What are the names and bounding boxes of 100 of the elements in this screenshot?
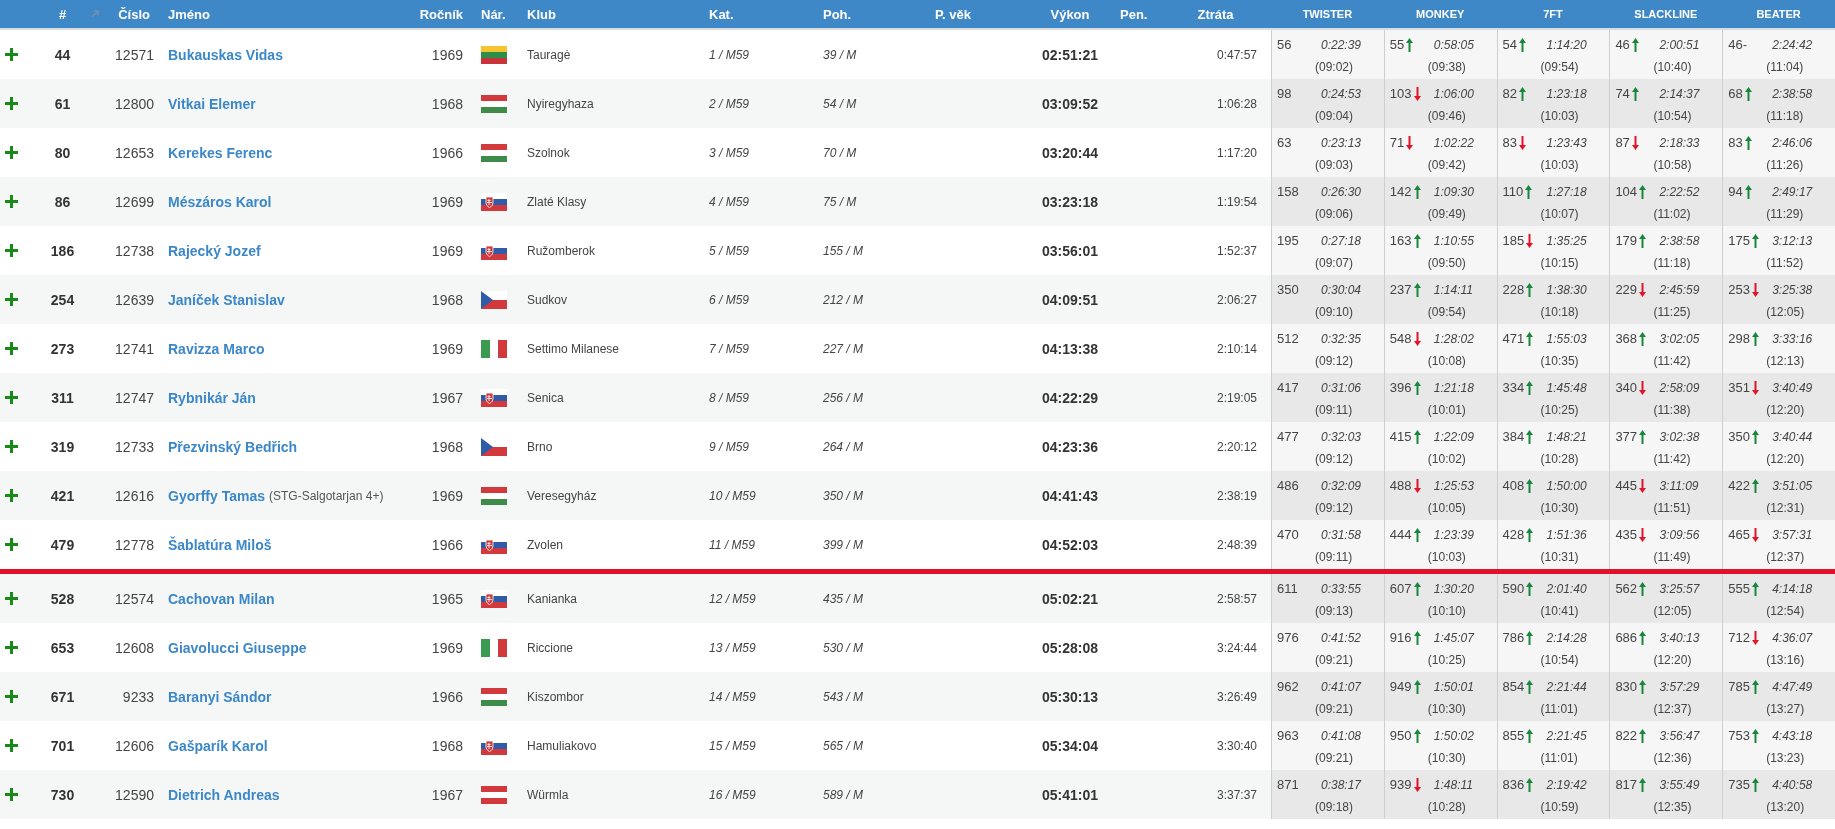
column-header[interactable]: #: [58, 6, 67, 22]
plus-icon[interactable]: [5, 391, 18, 404]
athlete-name-link[interactable]: Rybnikár Ján: [168, 389, 256, 406]
athlete-name-link[interactable]: Rajecký Jozef: [168, 242, 261, 259]
gender-rank: 565 / M: [823, 738, 864, 753]
split-rank: 185: [1502, 233, 1525, 248]
plus-icon[interactable]: [5, 538, 18, 551]
column-header[interactable]: Pen.: [1120, 6, 1148, 22]
split-time: 3:57:31: [1772, 527, 1813, 542]
athlete-name-link[interactable]: Ravizza Marco: [168, 340, 265, 357]
split-clock: (10:30): [1427, 751, 1466, 765]
plus-icon[interactable]: [5, 244, 18, 257]
column-header[interactable]: Ztráta: [1197, 6, 1234, 22]
split-time: 1:28:02: [1433, 331, 1474, 346]
plus-icon[interactable]: [5, 739, 18, 752]
split-clock: (09:38): [1427, 60, 1466, 74]
athlete-name-link[interactable]: Cachovan Milan: [168, 590, 275, 607]
plus-icon[interactable]: [5, 342, 18, 355]
column-header[interactable]: P. věk: [935, 6, 971, 22]
split-rank: 142: [1389, 184, 1412, 199]
column-header[interactable]: Klub: [527, 6, 556, 22]
column-header[interactable]: Kat.: [709, 6, 734, 22]
column-header[interactable]: SLACKLINE: [1634, 8, 1698, 20]
split-rank: 350: [1728, 429, 1750, 444]
split-clock: (12:05): [1653, 604, 1692, 618]
split-time: 2:49:17: [1772, 184, 1813, 199]
plus-icon[interactable]: [5, 293, 18, 306]
split-rank: 962: [1277, 679, 1299, 694]
split-clock: (12:37): [1766, 550, 1805, 564]
place-number: 671: [50, 688, 75, 705]
plus-icon[interactable]: [5, 788, 18, 801]
athlete-name-link[interactable]: Mészáros Karol: [168, 193, 272, 210]
split-clock: (12:35): [1653, 800, 1692, 814]
split-clock: (09:04): [1315, 109, 1354, 123]
split-time: 4:47:49: [1772, 679, 1813, 694]
athlete-name-link[interactable]: Šablatúra Miloš: [168, 536, 272, 553]
split-clock: (10:01): [1427, 403, 1466, 417]
split-time: 0:22:39: [1321, 37, 1362, 52]
column-header[interactable]: Výkon: [1050, 6, 1090, 22]
birth-year: 1969: [431, 193, 463, 210]
split-clock: (09:21): [1315, 751, 1354, 765]
athlete-name-link[interactable]: Dietrich Andreas: [168, 786, 280, 803]
column-header[interactable]: Poh.: [823, 6, 852, 22]
plus-icon[interactable]: [5, 641, 18, 654]
split-time: 1:14:20: [1546, 37, 1587, 52]
plus-icon[interactable]: [5, 592, 18, 605]
bib-number: 12571: [115, 46, 154, 63]
column-header[interactable]: MONKEY: [1416, 8, 1465, 20]
athlete-name-link[interactable]: Janíček Stanislav: [168, 291, 285, 308]
birth-year: 1969: [431, 340, 463, 357]
split-time: 3:40:13: [1659, 630, 1700, 645]
split-time: 3:51:05: [1772, 478, 1813, 493]
athlete-name-link[interactable]: Přezvinský Bedřich: [168, 438, 298, 455]
column-header[interactable]: BEATER: [1756, 8, 1801, 20]
plus-icon[interactable]: [5, 195, 18, 208]
column-header[interactable]: Ročník: [419, 6, 463, 22]
split-clock: (09:50): [1427, 256, 1466, 270]
split-time: 4:43:18: [1772, 728, 1813, 743]
split-clock: (12:31): [1766, 501, 1805, 515]
birth-year: 1969: [431, 639, 463, 656]
athlete-name-link[interactable]: Kerekes Ferenc: [168, 144, 273, 161]
place-number: 701: [50, 737, 75, 754]
column-header[interactable]: Jméno: [168, 6, 210, 22]
category-rank: 4 / M59: [709, 194, 750, 209]
column-header[interactable]: Nár.: [481, 6, 506, 22]
split-time: 2:01:40: [1546, 581, 1587, 596]
split-time: 1:45:07: [1433, 630, 1474, 645]
split-rank: 686: [1615, 630, 1638, 645]
column-header[interactable]: 7FT: [1543, 8, 1563, 20]
gender-rank: 212 / M: [823, 292, 864, 307]
plus-icon[interactable]: [5, 97, 18, 110]
split-clock: (10:02): [1427, 452, 1466, 466]
plus-icon[interactable]: [5, 489, 18, 502]
gender-rank: 399 / M: [823, 537, 864, 552]
athlete-name-link[interactable]: Baranyi Sándor: [168, 688, 272, 705]
split-rank: 963: [1277, 728, 1299, 743]
plus-icon[interactable]: [5, 690, 18, 703]
column-header[interactable]: Číslo: [118, 6, 150, 22]
athlete-name-link[interactable]: Vitkai Elemer: [168, 95, 256, 112]
split-time: 2:21:44: [1546, 679, 1587, 694]
athlete-name-link[interactable]: Bukauskas Vidas: [168, 46, 283, 63]
athlete-name-link[interactable]: Giavolucci Giuseppe: [168, 639, 307, 656]
athlete-name-link[interactable]: Gašparík Karol: [168, 737, 268, 754]
plus-icon[interactable]: [5, 48, 18, 61]
team-name: (STG-Salgotarjan 4+): [269, 488, 384, 503]
club-name: Kanianka: [527, 591, 578, 606]
split-clock: (11:49): [1653, 550, 1691, 564]
athlete-name-link[interactable]: Gyorffy Tamas: [168, 487, 265, 504]
split-rank: 195: [1277, 233, 1299, 248]
column-header[interactable]: TWISTER: [1302, 8, 1353, 20]
category-rank: 11 / M59: [709, 537, 755, 552]
plus-icon[interactable]: [5, 440, 18, 453]
performance-time: 05:28:08: [1041, 639, 1098, 656]
flag-icon: [481, 94, 507, 113]
split-rank: 854: [1502, 679, 1525, 694]
split-time: 2:58:09: [1659, 380, 1700, 395]
place-number: 311: [51, 389, 74, 406]
split-rank: 444: [1389, 527, 1412, 542]
split-time: 0:27:18: [1321, 233, 1362, 248]
plus-icon[interactable]: [5, 146, 18, 159]
